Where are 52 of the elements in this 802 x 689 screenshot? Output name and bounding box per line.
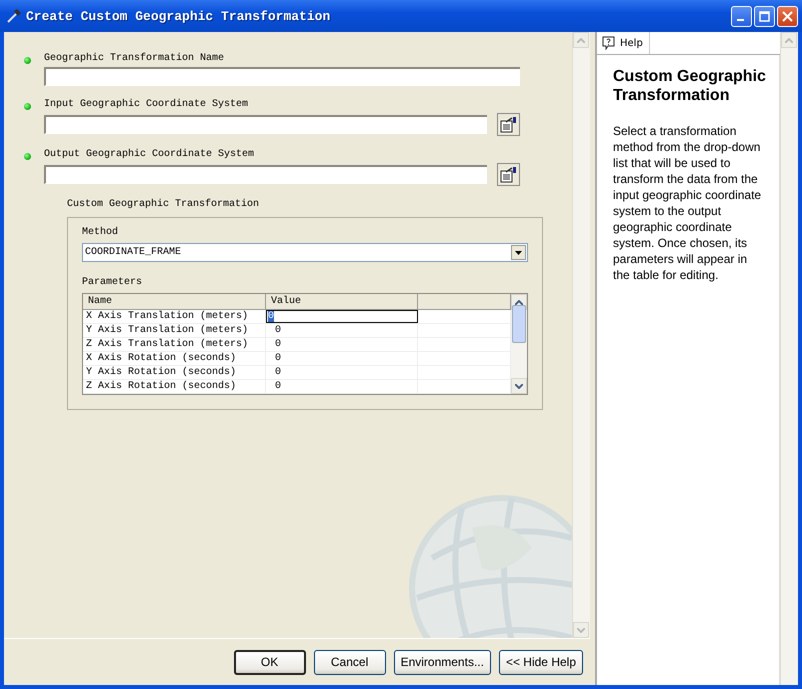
browse-button[interactable] <box>497 163 520 186</box>
parameters-label: Parameters <box>82 276 144 289</box>
minimize-icon <box>736 19 744 21</box>
input-field[interactable] <box>44 67 520 86</box>
scroll-up-icon <box>785 38 793 42</box>
group-title: Custom Geographic Transformation <box>67 198 260 211</box>
column-header[interactable]: Name <box>83 294 266 309</box>
scroll-up-icon <box>577 38 585 42</box>
scroll-up-icon <box>515 300 523 304</box>
method-dropdown[interactable]: COORDINATE_FRAME <box>82 243 528 262</box>
close-icon <box>782 10 793 22</box>
hammer-icon <box>6 8 22 24</box>
field-label: Geographic Transformation Name <box>44 52 226 65</box>
dialog-button[interactable]: Environments... <box>394 650 491 674</box>
scrollbar[interactable] <box>572 32 590 638</box>
help-text: Select a transformation method from the drop-down list that will be used to transform the data from the input geographic coordinate system to the output geographic coordinate system. Once chosen, its parameters will appear in the table for editing. <box>613 123 762 283</box>
table-cell: Y Axis Translation (meters) <box>83 324 266 337</box>
window-title: Create Custom Geographic Transformation <box>26 8 332 24</box>
table-cell: X Axis Translation (meters) <box>83 310 266 323</box>
input-field[interactable] <box>44 115 487 134</box>
help-title: Custom Geographic Transformation <box>613 67 767 105</box>
maximize-button[interactable] <box>754 6 775 26</box>
value-field[interactable]: 0 <box>266 310 418 323</box>
table-cell: Y Axis Rotation (seconds) <box>83 366 266 379</box>
field-label: Input Geographic Coordinate System <box>44 98 250 111</box>
table-cell: 0 <box>266 324 418 337</box>
table-scrollbar[interactable] <box>511 294 527 394</box>
table-cell: Z Axis Translation (meters) <box>83 338 266 351</box>
form-icon <box>500 116 517 132</box>
dialog-button[interactable]: Cancel <box>314 650 386 674</box>
form-icon <box>500 166 517 182</box>
table-cell: X Axis Rotation (seconds) <box>83 352 266 365</box>
close-button[interactable] <box>777 6 798 26</box>
input-field[interactable] <box>44 165 487 184</box>
table-cell: 0 <box>266 338 418 351</box>
column-header[interactable]: Value <box>266 294 418 309</box>
minimize-button[interactable] <box>731 6 752 26</box>
help-icon <box>602 36 615 50</box>
dialog-button[interactable]: << Hide Help <box>498 650 583 674</box>
field-label: Output Geographic Coordinate System <box>44 148 256 161</box>
table-cell: Z Axis Rotation (seconds) <box>83 380 266 393</box>
dialog-button[interactable]: OK <box>234 650 306 674</box>
table-cell: 0 <box>266 352 418 365</box>
method-label: Method <box>82 226 120 239</box>
maximize-icon <box>759 10 770 22</box>
scroll-down-icon <box>577 628 585 632</box>
caret-icon <box>515 250 522 254</box>
help-scrollbar[interactable] <box>780 32 798 685</box>
browse-button[interactable] <box>497 113 520 136</box>
scroll-down-icon <box>515 384 523 388</box>
table-cell: 0 <box>266 380 418 393</box>
table-cell: 0 <box>266 366 418 379</box>
